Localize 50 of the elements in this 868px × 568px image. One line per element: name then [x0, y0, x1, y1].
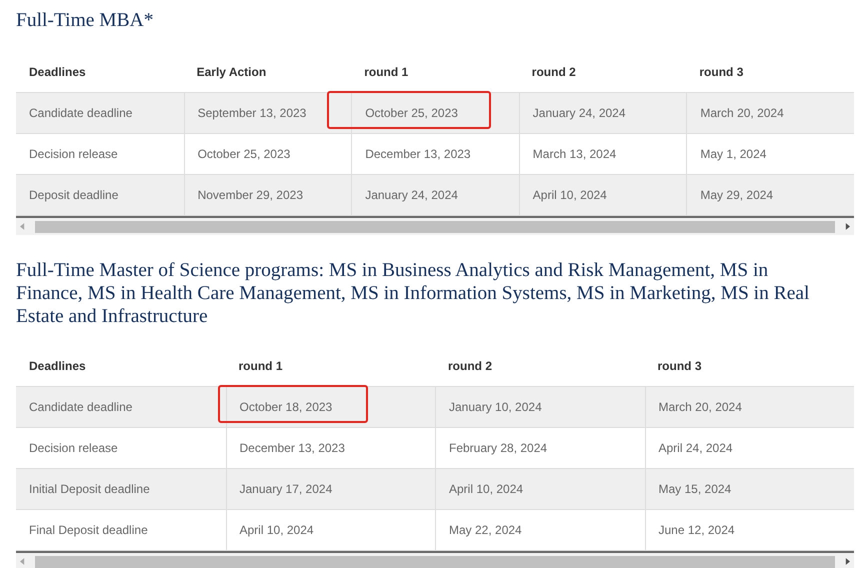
table-cell: Decision release [29, 147, 118, 161]
table-cell: Decision release [29, 441, 118, 455]
section-title: Full-Time Master of Science programs: MS in Business Analytics and Risk Management, MS in Finance, MS in Health Care Management, MS in Information Systems, MS in Marketing, MS in Real Estate and Infrastructure [16, 259, 810, 329]
scroll-left-icon[interactable] [20, 558, 25, 565]
table-cell: January 17, 2024 [240, 482, 332, 496]
table-cell: November 29, 2023 [198, 188, 303, 202]
table-cell: April 10, 2024 [532, 188, 607, 202]
column-header: round 1 [364, 64, 408, 78]
table-cell: May 1, 2024 [700, 147, 766, 161]
table-cell: April 10, 2024 [240, 523, 314, 537]
horizontal-scrollbar[interactable] [16, 553, 854, 568]
table-cell: January 24, 2024 [365, 188, 458, 202]
scroll-left-icon[interactable] [20, 223, 25, 230]
column-header: Deadlines [29, 358, 86, 372]
table-cell: May 22, 2024 [449, 523, 522, 537]
table-cell: Deposit deadline [29, 188, 118, 202]
scrollbar-thumb[interactable] [35, 220, 835, 232]
table-cell: March 20, 2024 [700, 106, 784, 120]
table-cell: Candidate deadline [29, 106, 132, 120]
scroll-right-icon[interactable] [845, 223, 850, 230]
table-cell: March 20, 2024 [658, 400, 742, 414]
column-header: Deadlines [29, 64, 86, 78]
column-header: round 3 [699, 64, 744, 78]
table-cell: January 24, 2024 [532, 106, 626, 120]
column-header: round 2 [532, 64, 576, 78]
table-cell: Candidate deadline [29, 400, 132, 414]
section-title: Full-Time MBA* [16, 9, 154, 33]
table-cell: December 13, 2023 [240, 441, 345, 455]
table-cell: Final Deposit deadline [29, 523, 148, 537]
table-cell: January 10, 2024 [449, 400, 542, 414]
column-header: round 3 [658, 358, 702, 372]
column-header: round 2 [448, 358, 492, 372]
scroll-right-icon[interactable] [845, 558, 850, 565]
column-header: round 1 [238, 358, 282, 372]
table-cell: Initial Deposit deadline [29, 482, 150, 496]
scrollbar-thumb[interactable] [35, 556, 835, 568]
table-cell: October 25, 2023 [198, 147, 290, 161]
table-cell: March 13, 2024 [532, 147, 616, 161]
horizontal-scrollbar[interactable] [16, 218, 854, 235]
column-header: Early Action [196, 64, 266, 78]
table-cell: September 13, 2023 [198, 106, 306, 120]
table-cell: October 18, 2023 [240, 400, 332, 414]
table-cell: May 29, 2024 [700, 188, 774, 202]
table-cell: June 12, 2024 [658, 523, 735, 537]
table-cell: February 28, 2024 [449, 441, 548, 455]
table-cell: May 15, 2024 [658, 482, 732, 496]
table-cell: April 24, 2024 [658, 441, 733, 455]
table-cell: April 10, 2024 [449, 482, 524, 496]
table-cell: October 25, 2023 [365, 106, 458, 120]
table-cell: December 13, 2023 [365, 147, 471, 161]
